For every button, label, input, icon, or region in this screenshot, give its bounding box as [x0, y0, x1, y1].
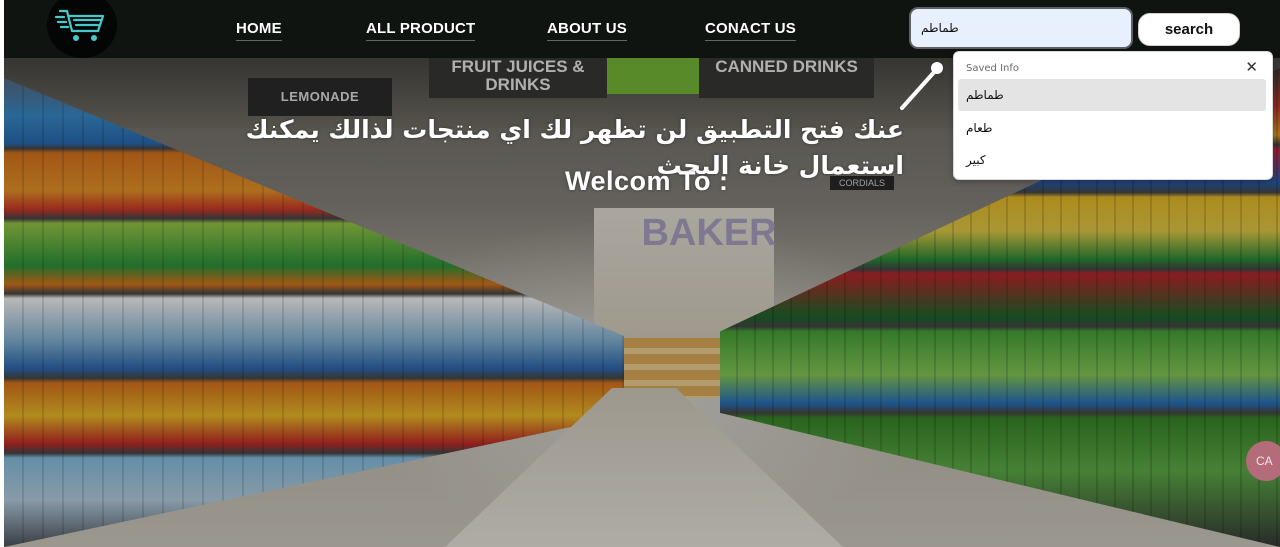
autocomplete-option[interactable]: طعام — [958, 112, 1266, 144]
chat-widget-button[interactable]: CA — [1246, 441, 1280, 481]
nav-about-us[interactable]: ABOUT US — [547, 20, 627, 41]
autocomplete-dropdown: Saved Info ✕ طماطم طعام كبير — [953, 51, 1273, 180]
search-input[interactable] — [909, 7, 1133, 49]
shopping-cart-icon — [54, 9, 105, 41]
nav-contact-us[interactable]: CONACT US — [705, 20, 796, 41]
dropdown-header: Saved Info — [966, 63, 1019, 74]
welcome-heading: Welcom To : — [565, 166, 729, 196]
search-hint-text: عنك فتح التطبيق لن تظهر لك اي منتجات لذا… — [245, 115, 904, 180]
nav-home[interactable]: HOME — [236, 20, 282, 41]
close-icon[interactable]: ✕ — [1245, 59, 1258, 75]
autocomplete-option[interactable]: طماطم — [958, 79, 1266, 111]
nav-all-product[interactable]: ALL PRODUCT — [366, 20, 476, 41]
page: FRUIT JUICES & DRINKS CANNED DRINKS LEMO… — [0, 0, 1280, 547]
autocomplete-option[interactable]: كبير — [958, 144, 1266, 176]
search-button[interactable]: search — [1138, 13, 1240, 46]
logo[interactable] — [47, 0, 117, 58]
